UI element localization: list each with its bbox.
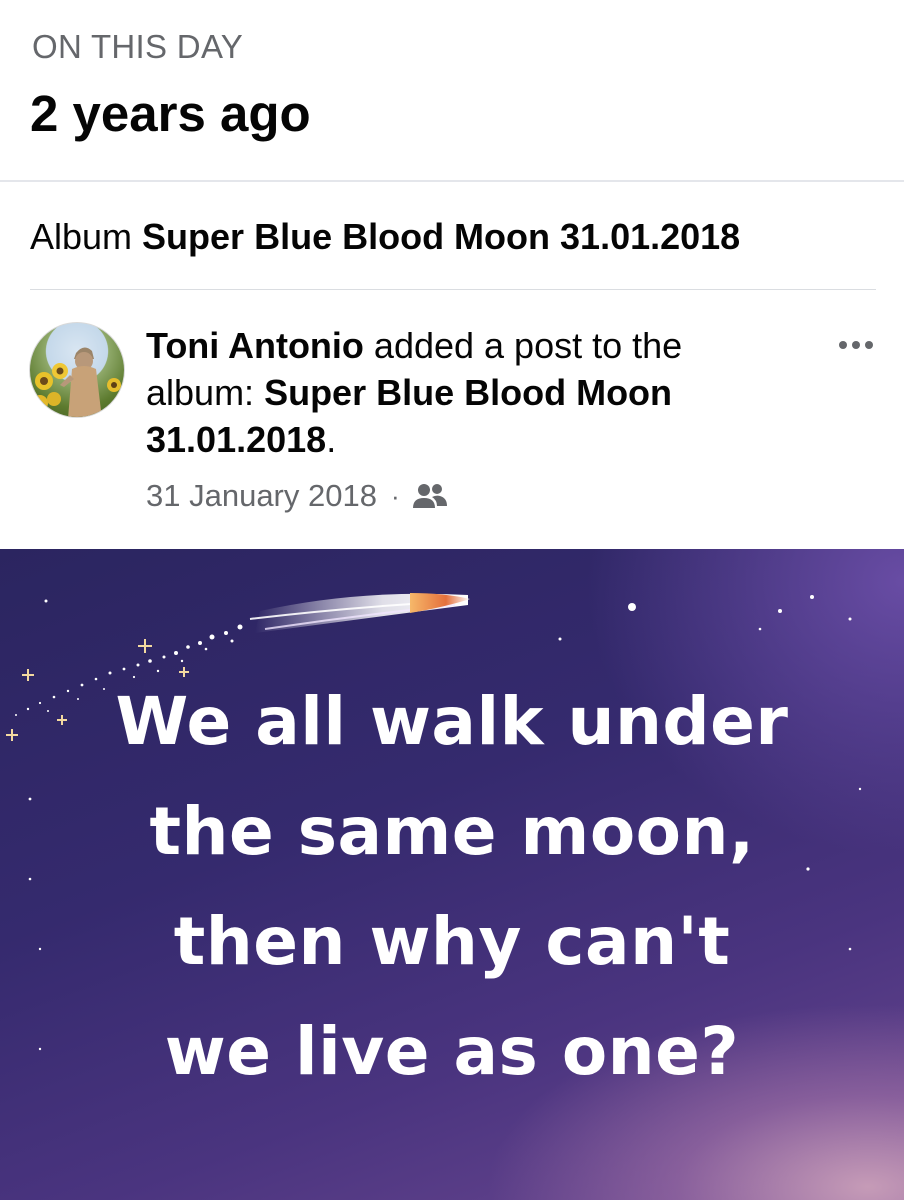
post-period: . — [326, 419, 337, 460]
on-this-day-memory-card: ON THIS DAY 2 years ago Album Super Blue… — [0, 0, 904, 1200]
memory-eyebrow: ON THIS DAY — [32, 28, 244, 65]
friends-icon[interactable] — [412, 481, 448, 511]
avatar-photo — [32, 347, 121, 417]
post-image[interactable]: We all walk under the same moon, then wh… — [0, 549, 904, 1200]
more-options-icon-dot — [852, 341, 860, 349]
quote-line: then why can't — [173, 903, 731, 980]
album-line[interactable]: Album Super Blue Blood Moon 31.01.2018 — [30, 216, 740, 258]
post-header-text: Toni Antonio added a post to the album: … — [146, 322, 786, 463]
meta-separator: · — [390, 480, 400, 511]
post-date-link[interactable]: 31 January 2018 — [146, 478, 377, 514]
memory-title: 2 years ago — [30, 85, 311, 142]
memory-header: ON THIS DAY 2 years ago — [0, 0, 904, 182]
quote-text: We all walk under the same moon, then wh… — [0, 667, 904, 1107]
post-meta: 31 January 2018 · — [146, 478, 448, 514]
quote-line: the same moon, — [149, 793, 755, 870]
avatar[interactable] — [29, 322, 125, 418]
more-options-icon — [839, 341, 847, 349]
quote-line: We all walk under — [115, 683, 789, 760]
album-prefix: Album — [30, 216, 143, 257]
album-name-link[interactable]: Super Blue Blood Moon 31.01.2018 — [142, 216, 740, 257]
more-options-button[interactable] — [832, 330, 880, 360]
author-name-link[interactable]: Toni Antonio — [146, 325, 364, 366]
quote-line: we live as one? — [164, 1013, 740, 1090]
header-divider — [0, 180, 904, 182]
more-options-icon-dot — [865, 341, 873, 349]
album-divider — [30, 289, 876, 290]
